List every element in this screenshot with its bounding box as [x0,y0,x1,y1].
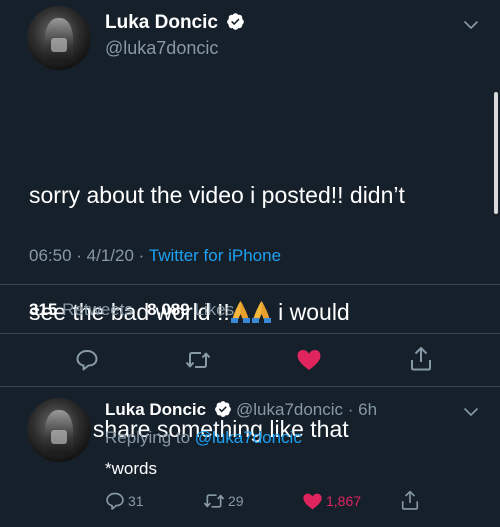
chevron-down-icon[interactable] [463,405,479,423]
chevron-down-icon[interactable] [463,18,479,36]
retweet-count: 29 [228,493,244,509]
reply-author-handle[interactable]: @luka7doncic [236,400,343,419]
heart-icon[interactable] [302,492,323,516]
author-handle[interactable]: @luka7doncic [105,38,218,59]
tweet-source-link[interactable]: Twitter for iPhone [149,246,281,265]
meta-separator: · [76,246,87,265]
verified-badge-icon [214,400,232,423]
folded-hands-emoji-icon [251,296,271,323]
avatar-jersey [51,38,67,53]
meta-separator: · [343,400,359,419]
avatar[interactable] [27,6,91,70]
like-count: 8,089 [147,300,190,319]
share-icon[interactable] [400,490,420,516]
meta-separator: · [138,246,149,265]
retweets-stat[interactable]: 315 Retweets [29,300,133,319]
reply-avatar[interactable] [27,398,91,462]
divider [0,284,500,285]
likes-label: Likes [194,300,235,319]
retweet-icon[interactable] [185,348,211,377]
author-header: Luka Doncic [105,12,245,36]
reply-header: Luka Doncic @luka7doncic · 6h [105,400,377,423]
reply-icon[interactable] [105,491,125,516]
tweet-stats: 315 Retweets 8,089 Likes [29,300,234,320]
like-count: 1,867 [326,493,362,509]
tweet-time: 06:50 [29,246,72,265]
retweet-count: 315 [29,300,58,319]
tweet-date: 4/1/20 [86,246,134,265]
replying-to-label: Replying to [105,428,191,447]
retweets-label: Retweets [62,300,133,319]
reply-text: *words [105,459,157,478]
reply-age[interactable]: 6h [358,400,377,419]
share-icon[interactable] [409,346,433,377]
divider [0,333,500,334]
tweet-text-line-2-end: i would [271,299,350,325]
tweet-meta: 06:50 · 4/1/20 · Twitter for iPhone [29,246,281,266]
reply-author-name[interactable]: Luka Doncic [105,400,206,419]
author-name[interactable]: Luka Doncic [105,12,218,33]
verified-badge-icon [226,12,245,36]
reply-count: 31 [128,493,144,509]
divider [0,386,500,387]
avatar-jersey [51,430,67,445]
reply-icon[interactable] [75,348,99,377]
retweet-icon[interactable] [203,491,225,516]
tweet-text-line-1: sorry about the video i posted!! didn’t [29,182,405,208]
scrollbar[interactable] [494,92,498,214]
likes-stat[interactable]: 8,089 Likes [147,300,234,319]
replying-to-mention[interactable]: @luka7doncic [195,428,302,447]
heart-icon[interactable] [296,348,322,377]
replying-to: Replying to @luka7doncic [105,428,302,448]
